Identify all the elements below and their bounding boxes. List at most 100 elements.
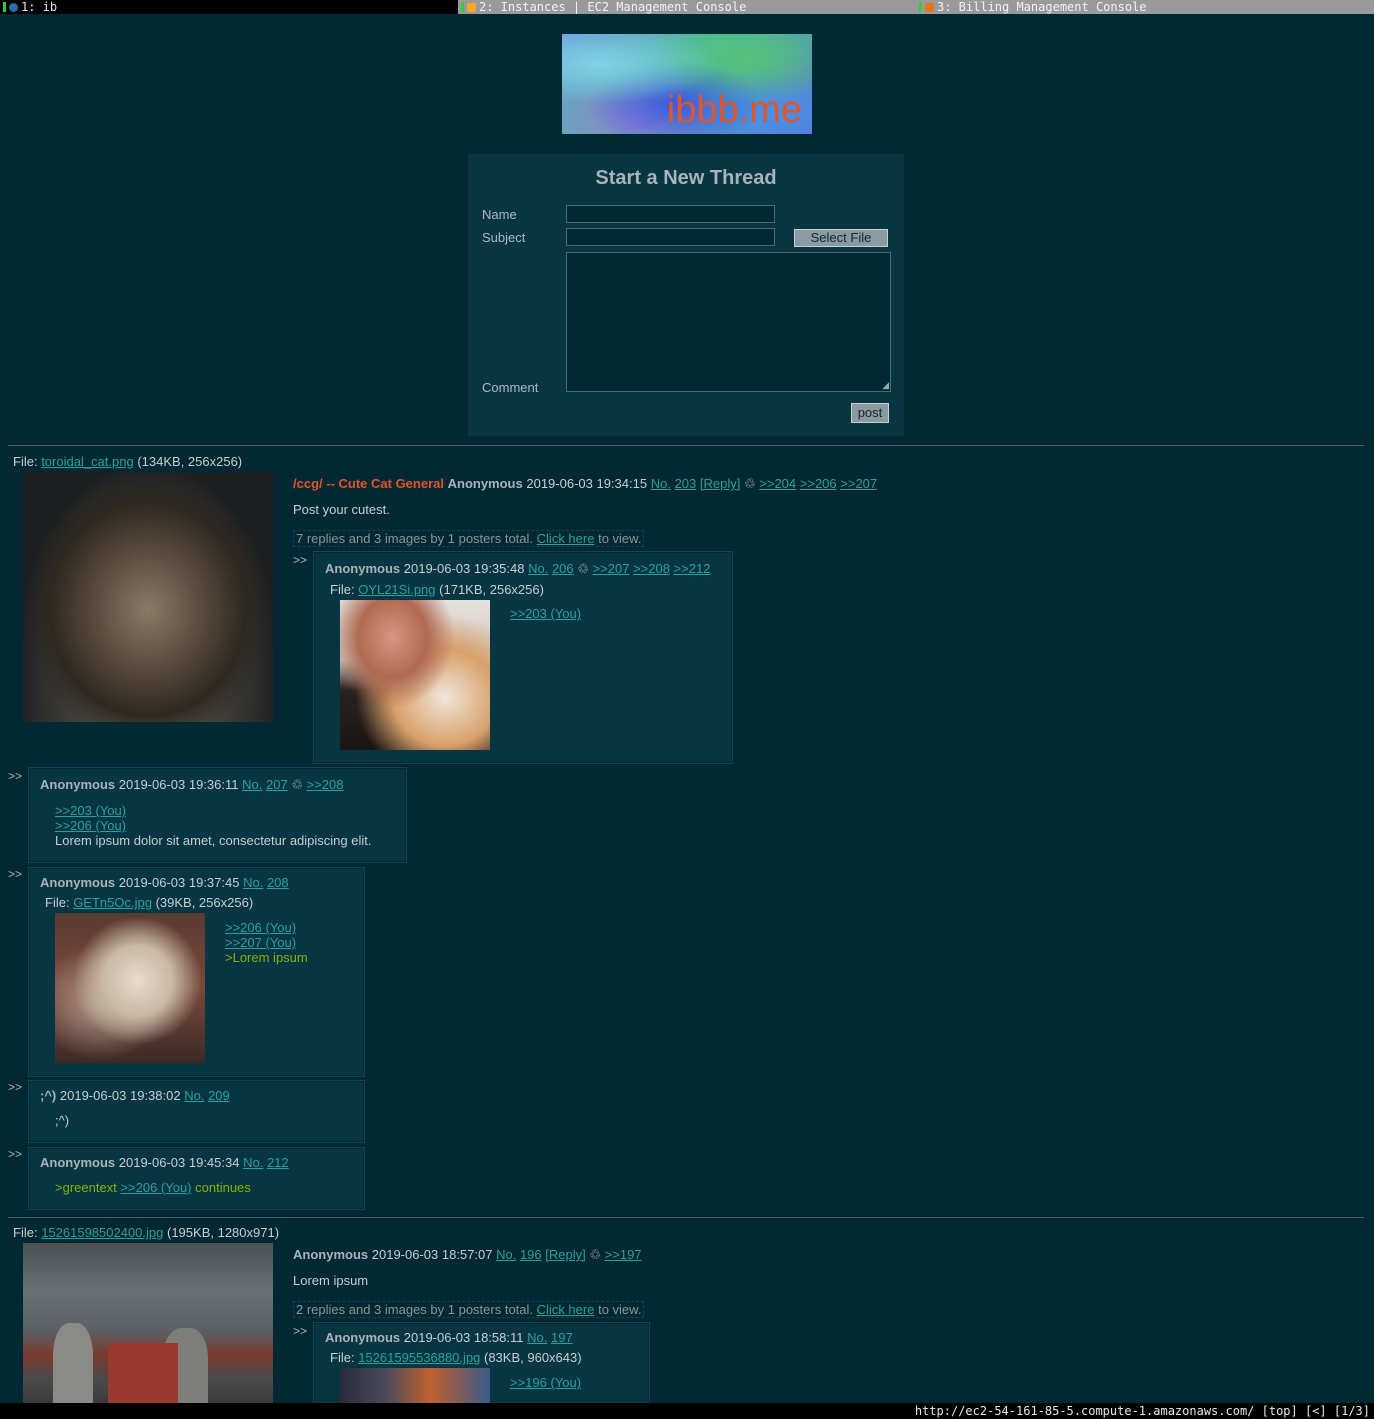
omitted-text: 7 replies and 3 images by 1 posters tota…: [296, 531, 534, 546]
op-file-info: File: toroidal_cat.png (134KB, 256x256): [13, 454, 242, 469]
post-button[interactable]: post: [851, 403, 889, 423]
globe-icon: [9, 2, 18, 12]
post-number-link[interactable]: 209: [208, 1088, 230, 1103]
post-no-link[interactable]: No.: [528, 561, 548, 576]
tab-label: 1: ib: [21, 0, 58, 14]
new-thread-form: Start a New Thread Name Subject Select F…: [468, 154, 904, 436]
backlink[interactable]: >>208: [633, 561, 670, 576]
reply-link[interactable]: [Reply]: [545, 1247, 585, 1262]
reply-file-link[interactable]: GETn5Oc.jpg: [73, 895, 152, 910]
aws-icon: [467, 2, 476, 12]
post-date: 2019-06-03 19:35:48: [403, 561, 525, 576]
tab-billing[interactable]: 3: Billing Management Console: [916, 0, 1374, 14]
expand-thread-link[interactable]: Click here: [537, 1302, 595, 1317]
tab-indicator: [919, 2, 922, 12]
tab-label: 3: Billing Management Console: [937, 0, 1147, 14]
op-post-header: Anonymous 2019-06-03 18:57:07 No. 196 [R…: [293, 1247, 642, 1263]
reply-arrow: >>: [8, 769, 23, 783]
reply-link[interactable]: [Reply]: [700, 476, 740, 491]
quote-link[interactable]: >>203 (You): [55, 803, 126, 818]
op-post-header: /ccg/ -- Cute Cat General Anonymous 2019…: [293, 476, 877, 492]
poster-name: Anonymous: [325, 1330, 401, 1345]
post-no-link[interactable]: No.: [651, 476, 671, 491]
tab-ec2[interactable]: 2: Instances | EC2 Management Console: [458, 0, 916, 14]
post-number-link[interactable]: 197: [551, 1330, 573, 1345]
quote-link[interactable]: >>206 (You): [120, 1180, 191, 1195]
reply-header: Anonymous 2019-06-03 19:36:11 No. 207 ♲ …: [40, 777, 343, 793]
tab-bar: 1: ib 2: Instances | EC2 Management Cons…: [0, 0, 1374, 14]
file-label: File:: [330, 1350, 355, 1365]
file-meta: (39KB, 256x256): [155, 895, 254, 910]
reply-file-link[interactable]: 15261595536880.jpg: [358, 1350, 480, 1365]
op-comment: Lorem ipsum: [293, 1273, 369, 1288]
omitted-notice: 7 replies and 3 images by 1 posters tota…: [293, 530, 645, 547]
tab-label: 2: Instances | EC2 Management Console: [479, 0, 747, 14]
reply-file-link[interactable]: OYL21Si.png: [358, 582, 435, 597]
backlink[interactable]: >>212: [674, 561, 711, 576]
op-file-link[interactable]: toroidal_cat.png: [41, 454, 134, 469]
subject-input[interactable]: [566, 228, 775, 246]
reply-thumbnail[interactable]: [340, 1368, 490, 1404]
reply-thumbnail[interactable]: [55, 913, 205, 1063]
reply-arrow: >>: [8, 867, 23, 881]
omitted-text: 2 replies and 3 images by 1 posters tota…: [296, 1302, 534, 1317]
post-no-link[interactable]: No.: [242, 777, 262, 792]
site-banner[interactable]: ibbb.me: [562, 34, 812, 134]
comment-textarea[interactable]: ◢: [566, 252, 891, 392]
reply-header: Anonymous 2019-06-03 18:58:11 No. 197: [325, 1330, 573, 1345]
select-file-button[interactable]: Select File: [794, 229, 888, 247]
reply-thumbnail[interactable]: [340, 600, 490, 750]
name-input[interactable]: [566, 205, 775, 223]
backlink[interactable]: >>208: [307, 777, 344, 792]
tab-ib[interactable]: 1: ib: [0, 0, 458, 14]
op-thumbnail-factory[interactable]: [23, 1243, 273, 1403]
backlink[interactable]: >>197: [605, 1247, 642, 1262]
backlink[interactable]: >>207: [593, 561, 630, 576]
post-no-link[interactable]: No.: [243, 875, 263, 890]
reply-post-212: Anonymous 2019-06-03 19:45:34 No. 212 >g…: [28, 1147, 365, 1210]
banner-logo-text: ibbb.me: [666, 89, 802, 131]
reply-arrow: >>: [293, 553, 308, 567]
reply-file-info: File: GETn5Oc.jpg (39KB, 256x256): [45, 895, 253, 910]
post-number-link[interactable]: 208: [267, 875, 289, 890]
quote-link[interactable]: >>203 (You): [510, 606, 581, 621]
op-file-link[interactable]: 15261598502400.jpg: [41, 1225, 163, 1240]
post-number-link[interactable]: 212: [267, 1155, 289, 1170]
reply-header: Anonymous 2019-06-03 19:37:45 No. 208: [40, 875, 289, 890]
name-label: Name: [482, 207, 517, 222]
reply-file-info: File: 15261595536880.jpg (83KB, 960x643): [330, 1350, 582, 1365]
tab-indicator: [461, 2, 464, 12]
backlink[interactable]: >>206: [800, 476, 837, 491]
quote-link[interactable]: >>206 (You): [55, 818, 126, 833]
greentext-line: >Lorem ipsum: [225, 950, 308, 965]
post-no-link[interactable]: No.: [243, 1155, 263, 1170]
quote-link[interactable]: >>196 (You): [510, 1375, 581, 1390]
file-meta: (83KB, 960x643): [484, 1350, 582, 1365]
post-number-link[interactable]: 203: [675, 476, 697, 491]
expand-thread-link[interactable]: Click here: [537, 531, 595, 546]
reply-comment: >greentext >>206 (You) continues: [55, 1180, 251, 1195]
file-label: File:: [330, 582, 355, 597]
post-date: 2019-06-03 18:58:11: [403, 1330, 524, 1345]
post-number-link[interactable]: 207: [266, 777, 288, 792]
post-no-link[interactable]: No.: [527, 1330, 547, 1345]
post-no-link[interactable]: No.: [184, 1088, 204, 1103]
backlink[interactable]: >>207: [840, 476, 877, 491]
quote-link[interactable]: >>207 (You): [225, 935, 296, 950]
tab-indicator: [3, 2, 6, 12]
recycle-icon: ♲: [577, 561, 589, 576]
post-number-link[interactable]: 196: [520, 1247, 542, 1262]
backlink[interactable]: >>204: [759, 476, 796, 491]
op-comment: Post your cutest.: [293, 502, 390, 517]
quote-link[interactable]: >>206 (You): [225, 920, 296, 935]
resize-handle-icon[interactable]: ◢: [882, 380, 889, 391]
post-number-link[interactable]: 206: [552, 561, 574, 576]
poster-name: Anonymous: [325, 561, 401, 576]
op-thumbnail-cat[interactable]: [23, 472, 273, 722]
form-title: Start a New Thread: [595, 167, 777, 189]
greentext-line: >greentext: [55, 1180, 117, 1195]
post-no-link[interactable]: No.: [496, 1247, 516, 1262]
reply-file-info: File: OYL21Si.png (171KB, 256x256): [330, 582, 544, 597]
reply-post-206: Anonymous 2019-06-03 19:35:48 No. 206 ♲ …: [313, 551, 733, 764]
reply-post-208: Anonymous 2019-06-03 19:37:45 No. 208 Fi…: [28, 867, 365, 1077]
